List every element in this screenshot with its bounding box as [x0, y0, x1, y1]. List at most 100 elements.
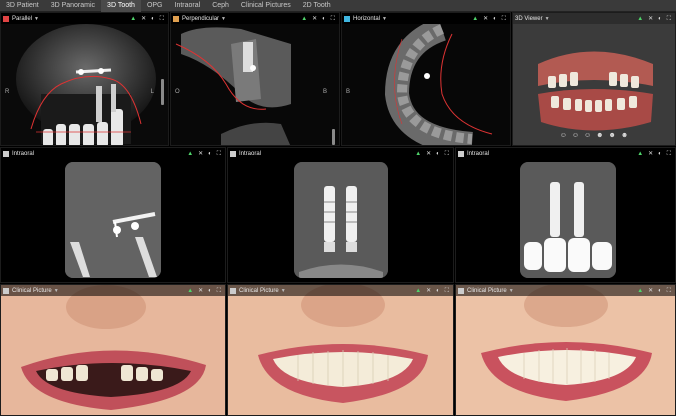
clinical-picture-panel-2[interactable]: Clinical Picture ▼ ▲ ✕ ◐ ⛶ — [227, 284, 454, 416]
contrast-icon[interactable]: ◐ — [658, 287, 662, 295]
tab-opg[interactable]: OPG — [141, 0, 169, 12]
expand-icon[interactable]: ⛶ — [217, 287, 221, 295]
horizontal-view-panel[interactable]: Horizontal ▼ ▲ ✕ ◐ ⛶ B — [341, 12, 511, 146]
perpendicular-ct-image[interactable] — [171, 24, 339, 145]
horizontal-ct-image[interactable] — [342, 17, 510, 145]
tab-3d-panoramic[interactable]: 3D Panoramic — [45, 0, 101, 12]
panel-title: Intraoral — [467, 150, 490, 157]
cursor-icon[interactable]: ▲ — [187, 287, 193, 295]
contrast-icon[interactable]: ◐ — [436, 287, 440, 295]
panel-title: Perpendicular — [182, 15, 220, 22]
cross-icon[interactable]: ✕ — [426, 287, 431, 295]
intraoral-panel-1[interactable]: Intraoral ▲ ✕ ◐ ⛶ — [0, 147, 226, 283]
panel-type-icon — [3, 287, 9, 294]
panel-type-icon — [230, 287, 236, 294]
right-orientation-label: B — [322, 89, 327, 95]
cross-icon[interactable]: ✕ — [426, 150, 431, 158]
parallel-ct-image[interactable] — [1, 24, 168, 145]
cross-icon[interactable]: ✕ — [483, 15, 488, 23]
contrast-icon[interactable]: ◐ — [658, 15, 662, 23]
cursor-icon[interactable]: ▲ — [637, 287, 643, 295]
cross-icon[interactable]: ✕ — [648, 150, 653, 158]
left-orientation-label: B — [346, 89, 351, 95]
panel-header: Horizontal ▼ ▲ ✕ ◐ ⛶ — [342, 13, 510, 24]
expand-icon[interactable]: ⛶ — [217, 150, 221, 158]
view-preset-icon[interactable]: ☺ — [584, 132, 591, 139]
panel-type-icon — [458, 287, 464, 294]
cursor-icon[interactable]: ▲ — [637, 15, 643, 23]
3d-viewer-panel[interactable]: 3D Viewer ▼ ▲ ✕ ◐ ⛶ ☺ ☺ ☺ ☻ ☻ ☻ — [512, 12, 676, 146]
expand-icon[interactable]: ⛶ — [331, 15, 335, 23]
cursor-icon[interactable]: ▲ — [472, 15, 478, 23]
tab-ceph[interactable]: Ceph — [206, 0, 235, 12]
contrast-icon[interactable]: ◐ — [151, 15, 155, 23]
panel-header: Clinical Picture ▼ ▲ ✕ ◐ ⛶ — [1, 285, 225, 296]
expand-icon[interactable]: ⛶ — [667, 150, 671, 158]
contrast-icon[interactable]: ◐ — [208, 150, 212, 158]
expand-icon[interactable]: ⛶ — [160, 15, 164, 23]
cursor-icon[interactable]: ▲ — [130, 15, 136, 23]
right-orientation-label: L — [150, 89, 154, 95]
chevron-down-icon[interactable]: ▼ — [34, 16, 39, 22]
contrast-icon[interactable]: ◐ — [658, 150, 662, 158]
expand-icon[interactable]: ⛶ — [445, 287, 449, 295]
panel-header: Clinical Picture ▼ ▲ ✕ ◐ ⛶ — [228, 285, 453, 296]
cursor-icon[interactable]: ▲ — [187, 150, 193, 158]
intraoral-xray-image[interactable] — [65, 162, 161, 278]
tab-2d-tooth[interactable]: 2D Tooth — [297, 0, 337, 12]
clinical-photo[interactable] — [456, 285, 675, 415]
parallel-view-panel[interactable]: Parallel ▼ ▲ ✕ ◐ ⛶ R L — [0, 12, 169, 146]
view-preset-icon[interactable]: ☻ — [609, 132, 616, 139]
panel-header: Intraoral ▲ ✕ ◐ ⛶ — [456, 148, 675, 159]
chevron-down-icon[interactable]: ▼ — [509, 288, 514, 294]
view-preset-icon[interactable]: ☺ — [572, 132, 579, 139]
chevron-down-icon[interactable]: ▼ — [382, 16, 387, 22]
perpendicular-view-panel[interactable]: Perpendicular ▼ ▲ ✕ ◐ ⛶ O B — [170, 12, 340, 146]
cross-icon[interactable]: ✕ — [198, 287, 203, 295]
cursor-icon[interactable]: ▲ — [415, 150, 421, 158]
cross-icon[interactable]: ✕ — [648, 15, 653, 23]
intraoral-xray-image[interactable] — [520, 162, 616, 278]
chevron-down-icon[interactable]: ▼ — [54, 288, 59, 294]
cross-icon[interactable]: ✕ — [312, 15, 317, 23]
expand-icon[interactable]: ⛶ — [667, 287, 671, 295]
tab-3d-patient[interactable]: 3D Patient — [0, 0, 45, 12]
chevron-down-icon[interactable]: ▼ — [281, 288, 286, 294]
expand-icon[interactable]: ⛶ — [445, 150, 449, 158]
clinical-photo[interactable] — [228, 285, 453, 415]
panel-title: Clinical Picture — [239, 287, 279, 294]
contrast-icon[interactable]: ◐ — [322, 15, 326, 23]
clinical-picture-panel-3[interactable]: Clinical Picture ▼ ▲ ✕ ◐ ⛶ — [455, 284, 676, 416]
intraoral-panel-2[interactable]: Intraoral ▲ ✕ ◐ ⛶ — [227, 147, 454, 283]
tab-intraoral[interactable]: Intraoral — [169, 0, 207, 12]
cross-icon[interactable]: ✕ — [141, 15, 146, 23]
intraoral-panel-3[interactable]: Intraoral ▲ ✕ ◐ ⛶ — [455, 147, 676, 283]
scrollbar[interactable] — [332, 129, 335, 145]
expand-icon[interactable]: ⛶ — [667, 15, 671, 23]
contrast-icon[interactable]: ◐ — [436, 150, 440, 158]
view-preset-icon[interactable]: ☺ — [560, 132, 567, 139]
clinical-photo[interactable] — [1, 285, 225, 415]
cross-icon[interactable]: ✕ — [198, 150, 203, 158]
cursor-icon[interactable]: ▲ — [637, 150, 643, 158]
panel-header: 3D Viewer ▼ ▲ ✕ ◐ ⛶ — [513, 13, 675, 24]
contrast-icon[interactable]: ◐ — [493, 15, 497, 23]
cursor-icon[interactable]: ▲ — [415, 287, 421, 295]
horizontal-color-swatch — [344, 15, 350, 22]
panel-header: Parallel ▼ ▲ ✕ ◐ ⛶ — [1, 13, 168, 24]
cursor-icon[interactable]: ▲ — [301, 15, 307, 23]
cross-icon[interactable]: ✕ — [648, 287, 653, 295]
expand-icon[interactable]: ⛶ — [502, 15, 506, 23]
tab-3d-tooth[interactable]: 3D Tooth — [101, 0, 141, 12]
chevron-down-icon[interactable]: ▼ — [221, 16, 226, 22]
view-preset-icon[interactable]: ☻ — [621, 132, 628, 139]
intraoral-xray-image[interactable] — [294, 162, 388, 278]
scrollbar[interactable] — [161, 79, 164, 105]
clinical-picture-panel-1[interactable]: Clinical Picture ▼ ▲ ✕ ◐ ⛶ — [0, 284, 226, 416]
contrast-icon[interactable]: ◐ — [208, 287, 212, 295]
chevron-down-icon[interactable]: ▼ — [545, 16, 550, 22]
3d-jaw-model[interactable] — [513, 24, 675, 145]
view-preset-icon[interactable]: ☻ — [596, 132, 603, 139]
panel-header: Perpendicular ▼ ▲ ✕ ◐ ⛶ — [171, 13, 339, 24]
tab-clinical-pictures[interactable]: Clinical Pictures — [235, 0, 297, 12]
